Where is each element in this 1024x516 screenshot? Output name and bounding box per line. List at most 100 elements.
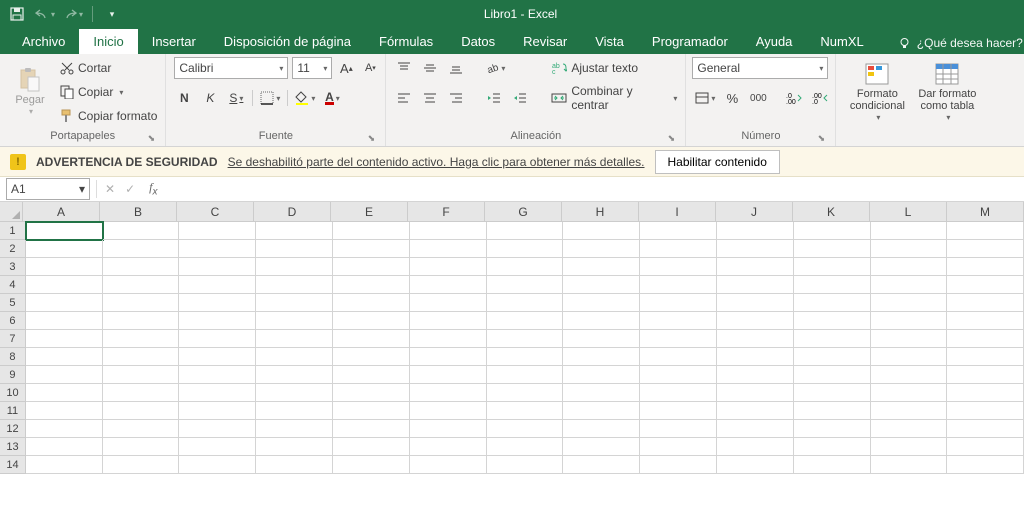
cell[interactable] (794, 456, 871, 474)
cell[interactable] (563, 222, 640, 240)
cell[interactable] (103, 276, 180, 294)
cell[interactable] (947, 294, 1024, 312)
align-center-icon[interactable] (420, 88, 440, 108)
conditional-format-button[interactable]: Formato condicional▾ (842, 57, 912, 127)
column-header[interactable]: M (947, 202, 1024, 222)
cell[interactable] (794, 240, 871, 258)
cell[interactable] (794, 420, 871, 438)
cell[interactable] (794, 258, 871, 276)
save-icon[interactable] (6, 3, 28, 25)
cell[interactable] (26, 240, 103, 258)
column-header[interactable]: G (485, 202, 562, 222)
cell[interactable] (26, 420, 103, 438)
cell[interactable] (256, 366, 333, 384)
font-color-button[interactable]: A▾ (322, 88, 342, 108)
cell[interactable] (717, 456, 794, 474)
align-top-icon[interactable] (394, 58, 414, 78)
cell[interactable] (794, 330, 871, 348)
tab-datos[interactable]: Datos (447, 29, 509, 54)
cell[interactable] (333, 384, 410, 402)
cancel-formula-icon[interactable]: ✕ (105, 182, 115, 196)
cell[interactable] (103, 384, 180, 402)
cell[interactable] (410, 402, 487, 420)
cell[interactable] (103, 312, 180, 330)
decrease-indent-icon[interactable] (484, 88, 504, 108)
cell[interactable] (410, 240, 487, 258)
cell[interactable] (640, 294, 717, 312)
cell[interactable] (487, 312, 564, 330)
paste-button[interactable]: Pegar ▾ (6, 57, 54, 127)
cell[interactable] (26, 276, 103, 294)
cell[interactable] (871, 402, 948, 420)
tab-vista[interactable]: Vista (581, 29, 638, 54)
cell[interactable] (410, 348, 487, 366)
cell[interactable] (26, 366, 103, 384)
cell[interactable] (487, 330, 564, 348)
cell[interactable] (179, 222, 256, 240)
cell[interactable] (487, 438, 564, 456)
align-middle-icon[interactable] (420, 58, 440, 78)
tab-inicio[interactable]: Inicio (79, 29, 137, 54)
tab-disposicion[interactable]: Disposición de página (210, 29, 365, 54)
row-header[interactable]: 4 (0, 276, 26, 294)
cell[interactable] (103, 402, 180, 420)
undo-button[interactable]: ▾ (34, 3, 56, 25)
cell[interactable] (563, 384, 640, 402)
italic-button[interactable]: K (200, 88, 220, 108)
cell[interactable] (333, 366, 410, 384)
cell[interactable] (947, 384, 1024, 402)
cell[interactable] (947, 456, 1024, 474)
cell[interactable] (794, 438, 871, 456)
cell[interactable] (103, 366, 180, 384)
cell[interactable] (871, 276, 948, 294)
cell[interactable] (333, 294, 410, 312)
cell[interactable] (871, 420, 948, 438)
enter-formula-icon[interactable]: ✓ (125, 182, 135, 196)
comma-style-button[interactable]: 000 (748, 88, 768, 108)
cell[interactable] (563, 258, 640, 276)
cell[interactable] (103, 420, 180, 438)
cell[interactable] (794, 222, 871, 240)
cell[interactable] (871, 384, 948, 402)
cell[interactable] (640, 222, 717, 240)
align-left-icon[interactable] (394, 88, 414, 108)
cell[interactable] (563, 438, 640, 456)
cell[interactable] (179, 240, 256, 258)
cell[interactable] (947, 276, 1024, 294)
number-launcher-icon[interactable]: ⬊ (815, 133, 827, 145)
cell[interactable] (103, 348, 180, 366)
accounting-format-button[interactable]: ▾ (694, 88, 716, 108)
cell[interactable] (256, 420, 333, 438)
cell[interactable] (256, 258, 333, 276)
cell[interactable] (487, 348, 564, 366)
cell[interactable] (947, 366, 1024, 384)
cell[interactable] (333, 438, 410, 456)
cell[interactable] (640, 366, 717, 384)
cell[interactable] (26, 456, 103, 474)
tab-programador[interactable]: Programador (638, 29, 742, 54)
cell[interactable] (333, 258, 410, 276)
row-header[interactable]: 9 (0, 366, 26, 384)
cell[interactable] (794, 402, 871, 420)
cell[interactable] (256, 222, 333, 240)
tell-me[interactable]: ¿Qué desea hacer? (898, 36, 1023, 54)
row-header[interactable]: 12 (0, 420, 26, 438)
cell[interactable] (947, 258, 1024, 276)
select-all-button[interactable] (0, 202, 23, 222)
cell[interactable] (256, 384, 333, 402)
qat-customize-icon[interactable]: ▾ (101, 3, 123, 25)
cell[interactable] (256, 240, 333, 258)
tab-revisar[interactable]: Revisar (509, 29, 581, 54)
row-header[interactable]: 2 (0, 240, 26, 258)
align-right-icon[interactable] (446, 88, 466, 108)
row-header[interactable]: 10 (0, 384, 26, 402)
cell[interactable] (563, 456, 640, 474)
column-header[interactable]: E (331, 202, 408, 222)
cell[interactable] (410, 384, 487, 402)
row-header[interactable]: 14 (0, 456, 26, 474)
cell[interactable] (179, 330, 256, 348)
cell[interactable] (947, 240, 1024, 258)
cell[interactable] (871, 348, 948, 366)
cell[interactable] (563, 330, 640, 348)
row-header[interactable]: 8 (0, 348, 26, 366)
